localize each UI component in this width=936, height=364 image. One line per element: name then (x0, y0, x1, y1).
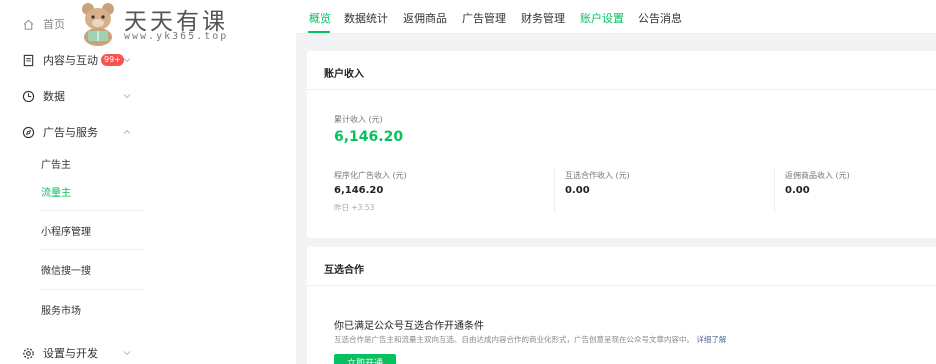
divider (774, 167, 775, 213)
chevron-down-icon[interactable] (122, 348, 132, 358)
sidebar-item-label: 广告与服务 (43, 126, 98, 139)
tab-rebate-goods[interactable]: 返佣商品 (403, 10, 447, 26)
chevron-down-icon[interactable] (122, 91, 132, 101)
chevron-up-icon[interactable] (122, 127, 132, 137)
divider (41, 289, 145, 290)
sidebar-item-label: 数据 (43, 90, 65, 103)
rebate-income-label: 返佣商品收入 (元) (785, 171, 850, 180)
income-card: 账户收入 累计收入 (元) 6,146.20 程序化广告收入 (元) 6,146… (307, 51, 936, 238)
top-tab-bar: 概览 数据统计 返佣商品 广告管理 财务管理 账户设置 公告消息 (296, 0, 936, 34)
tab-finance[interactable]: 财务管理 (521, 10, 565, 26)
compass-icon (22, 126, 35, 138)
program-income-value: 6,146.20 (334, 185, 384, 196)
sidebar-sub-advertiser[interactable]: 广告主 (41, 156, 71, 171)
tab-ad-management[interactable]: 广告管理 (462, 10, 506, 26)
sidebar-sub-publisher[interactable]: 流量主 (41, 184, 71, 199)
tab-statistics[interactable]: 数据统计 (344, 10, 388, 26)
divider (307, 89, 936, 90)
tab-overview[interactable]: 概览 (309, 10, 331, 26)
sidebar-item-home[interactable]: 首页 (22, 16, 65, 32)
cooperation-card: 互选合作 你已满足公众号互选合作开通条件 互选合作是广告主和流量主双向互选、自由… (307, 247, 936, 364)
total-income-label: 累计收入 (元) (334, 115, 383, 124)
home-icon (23, 19, 34, 30)
enable-button[interactable]: 立即开通 (334, 354, 396, 364)
rebate-income-value: 0.00 (785, 185, 810, 196)
coop-description: 互选合作是广告主和流量主双向互选、自由达成内容合作的商业化形式，广告创意呈现在公… (334, 334, 726, 345)
sidebar-item-data[interactable]: 数据 (22, 88, 131, 104)
clock-icon (22, 90, 35, 102)
sidebar-item-label: 首页 (43, 18, 65, 31)
sidebar: 首页 内容与互动 99+ 数据 广告与服务 广告主 流量主 小程序管理 微信搜一… (0, 0, 296, 364)
sidebar-item-label: 内容与互动 (43, 54, 98, 67)
program-income-label: 程序化广告收入 (元) (334, 171, 407, 180)
tab-notices[interactable]: 公告消息 (638, 10, 682, 26)
total-income-value: 6,146.20 (334, 129, 404, 145)
sidebar-item-settings[interactable]: 设置与开发 (22, 345, 131, 361)
sidebar-item-label: 设置与开发 (43, 347, 98, 360)
app-root: 首页 内容与互动 99+ 数据 广告与服务 广告主 流量主 小程序管理 微信搜一… (0, 0, 936, 364)
sidebar-sub-market[interactable]: 服务市场 (41, 302, 81, 317)
watermark-url: www.yk365.top (124, 31, 229, 42)
mutual-income-label: 互选合作收入 (元) (565, 171, 630, 180)
gear-icon (23, 347, 34, 359)
program-income-yesterday: 昨日 +3.53 (334, 203, 375, 212)
document-icon (23, 54, 34, 66)
sidebar-sub-search[interactable]: 微信搜一搜 (41, 262, 91, 277)
notification-badge: 99+ (101, 54, 124, 66)
coop-description-text: 互选合作是广告主和流量主双向互选、自由达成内容合作的商业化形式，广告创意呈现在公… (334, 335, 694, 344)
tab-account-settings[interactable]: 账户设置 (580, 10, 624, 26)
divider (307, 285, 936, 286)
learn-more-link[interactable]: 详细了解 (696, 335, 726, 344)
coop-heading: 你已满足公众号互选合作开通条件 (334, 321, 484, 332)
chevron-down-icon[interactable] (122, 55, 132, 65)
bear-mascot-icon (82, 3, 114, 46)
divider (41, 249, 145, 250)
sidebar-item-content[interactable]: 内容与互动 99+ (22, 52, 131, 68)
divider (554, 167, 555, 213)
active-tab-indicator (308, 31, 330, 33)
sidebar-item-ads[interactable]: 广告与服务 (22, 124, 131, 140)
card-title: 互选合作 (324, 265, 364, 276)
card-title: 账户收入 (324, 69, 364, 80)
mutual-income-value: 0.00 (565, 185, 590, 196)
watermark-logo: 天天有课 www.yk365.top (68, 0, 278, 46)
sidebar-sub-miniprogram[interactable]: 小程序管理 (41, 223, 91, 238)
divider (41, 210, 145, 211)
